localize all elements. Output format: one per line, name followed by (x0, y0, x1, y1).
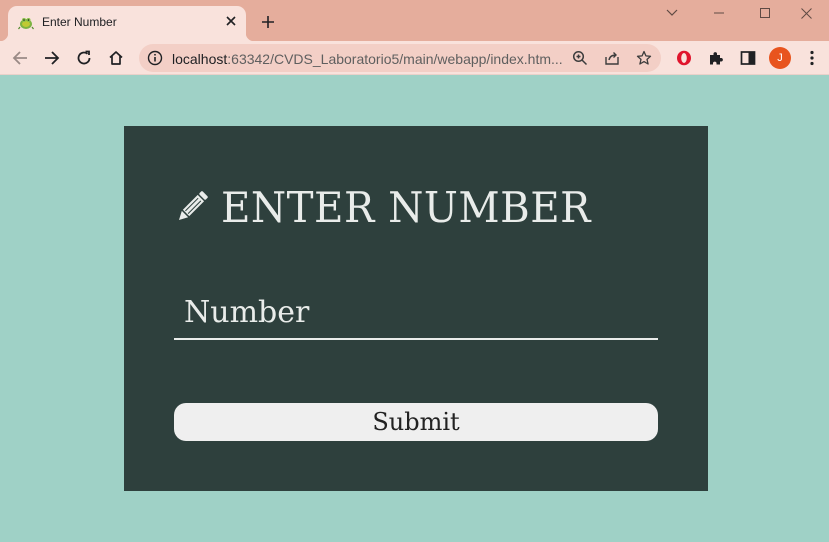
share-button[interactable] (602, 48, 622, 68)
browser-tab[interactable]: Enter Number (0, 6, 254, 41)
side-panel-button[interactable] (734, 44, 762, 72)
window-close-button[interactable] (783, 0, 829, 26)
maximize-icon (760, 8, 770, 18)
more-vertical-icon (810, 50, 814, 66)
reload-button[interactable] (70, 44, 98, 72)
close-icon (800, 7, 812, 19)
tab-title: Enter Number (42, 15, 117, 29)
new-tab-button[interactable] (257, 11, 279, 33)
side-panel-icon (740, 51, 756, 65)
back-button[interactable] (6, 44, 34, 72)
profile-avatar[interactable]: J (769, 47, 791, 69)
tab-search-button[interactable] (649, 0, 695, 26)
info-icon[interactable] (147, 50, 163, 66)
arrow-right-icon (45, 51, 60, 65)
arrow-left-icon (12, 51, 27, 65)
opera-extension-button[interactable] (670, 44, 698, 72)
minimize-icon (714, 12, 724, 14)
minimize-button[interactable] (696, 0, 742, 26)
puzzle-icon (710, 52, 723, 65)
pencil-icon (178, 191, 208, 221)
android-bug-icon (18, 18, 34, 30)
home-icon (109, 51, 123, 65)
zoom-icon (572, 50, 588, 66)
browser-menu-button[interactable] (798, 44, 826, 72)
close-icon (226, 16, 236, 26)
bookmark-button[interactable] (634, 48, 654, 68)
maximize-button[interactable] (742, 0, 788, 26)
opera-icon (677, 50, 691, 66)
url-path: :63342/CVDS_Laboratorio5/main/webapp/ind… (227, 51, 563, 67)
zoom-button[interactable] (570, 48, 590, 68)
reload-icon (77, 50, 91, 65)
number-input[interactable] (174, 286, 658, 340)
browser-toolbar: localhost:63342/CVDS_Laboratorio5/main/w… (0, 41, 829, 75)
forward-button[interactable] (38, 44, 66, 72)
submit-button[interactable]: Submit (174, 403, 658, 441)
url-host: localhost (172, 51, 228, 67)
extensions-button[interactable] (702, 44, 730, 72)
address-bar[interactable]: localhost:63342/CVDS_Laboratorio5/main/w… (139, 44, 661, 72)
page-title: ENTER NUMBER (221, 182, 591, 232)
browser-titlebar: Enter Number (0, 0, 829, 41)
chevron-down-icon (666, 9, 678, 16)
share-icon (605, 52, 619, 65)
url-text[interactable]: localhost:63342/CVDS_Laboratorio5/main/w… (172, 51, 568, 67)
page-heading: ENTER NUMBER (173, 182, 606, 232)
home-button[interactable] (102, 44, 130, 72)
enter-number-card: ENTER NUMBER Submit (124, 126, 708, 491)
star-icon (636, 50, 652, 65)
plus-icon (262, 16, 274, 28)
tab-close-button[interactable] (221, 11, 241, 31)
